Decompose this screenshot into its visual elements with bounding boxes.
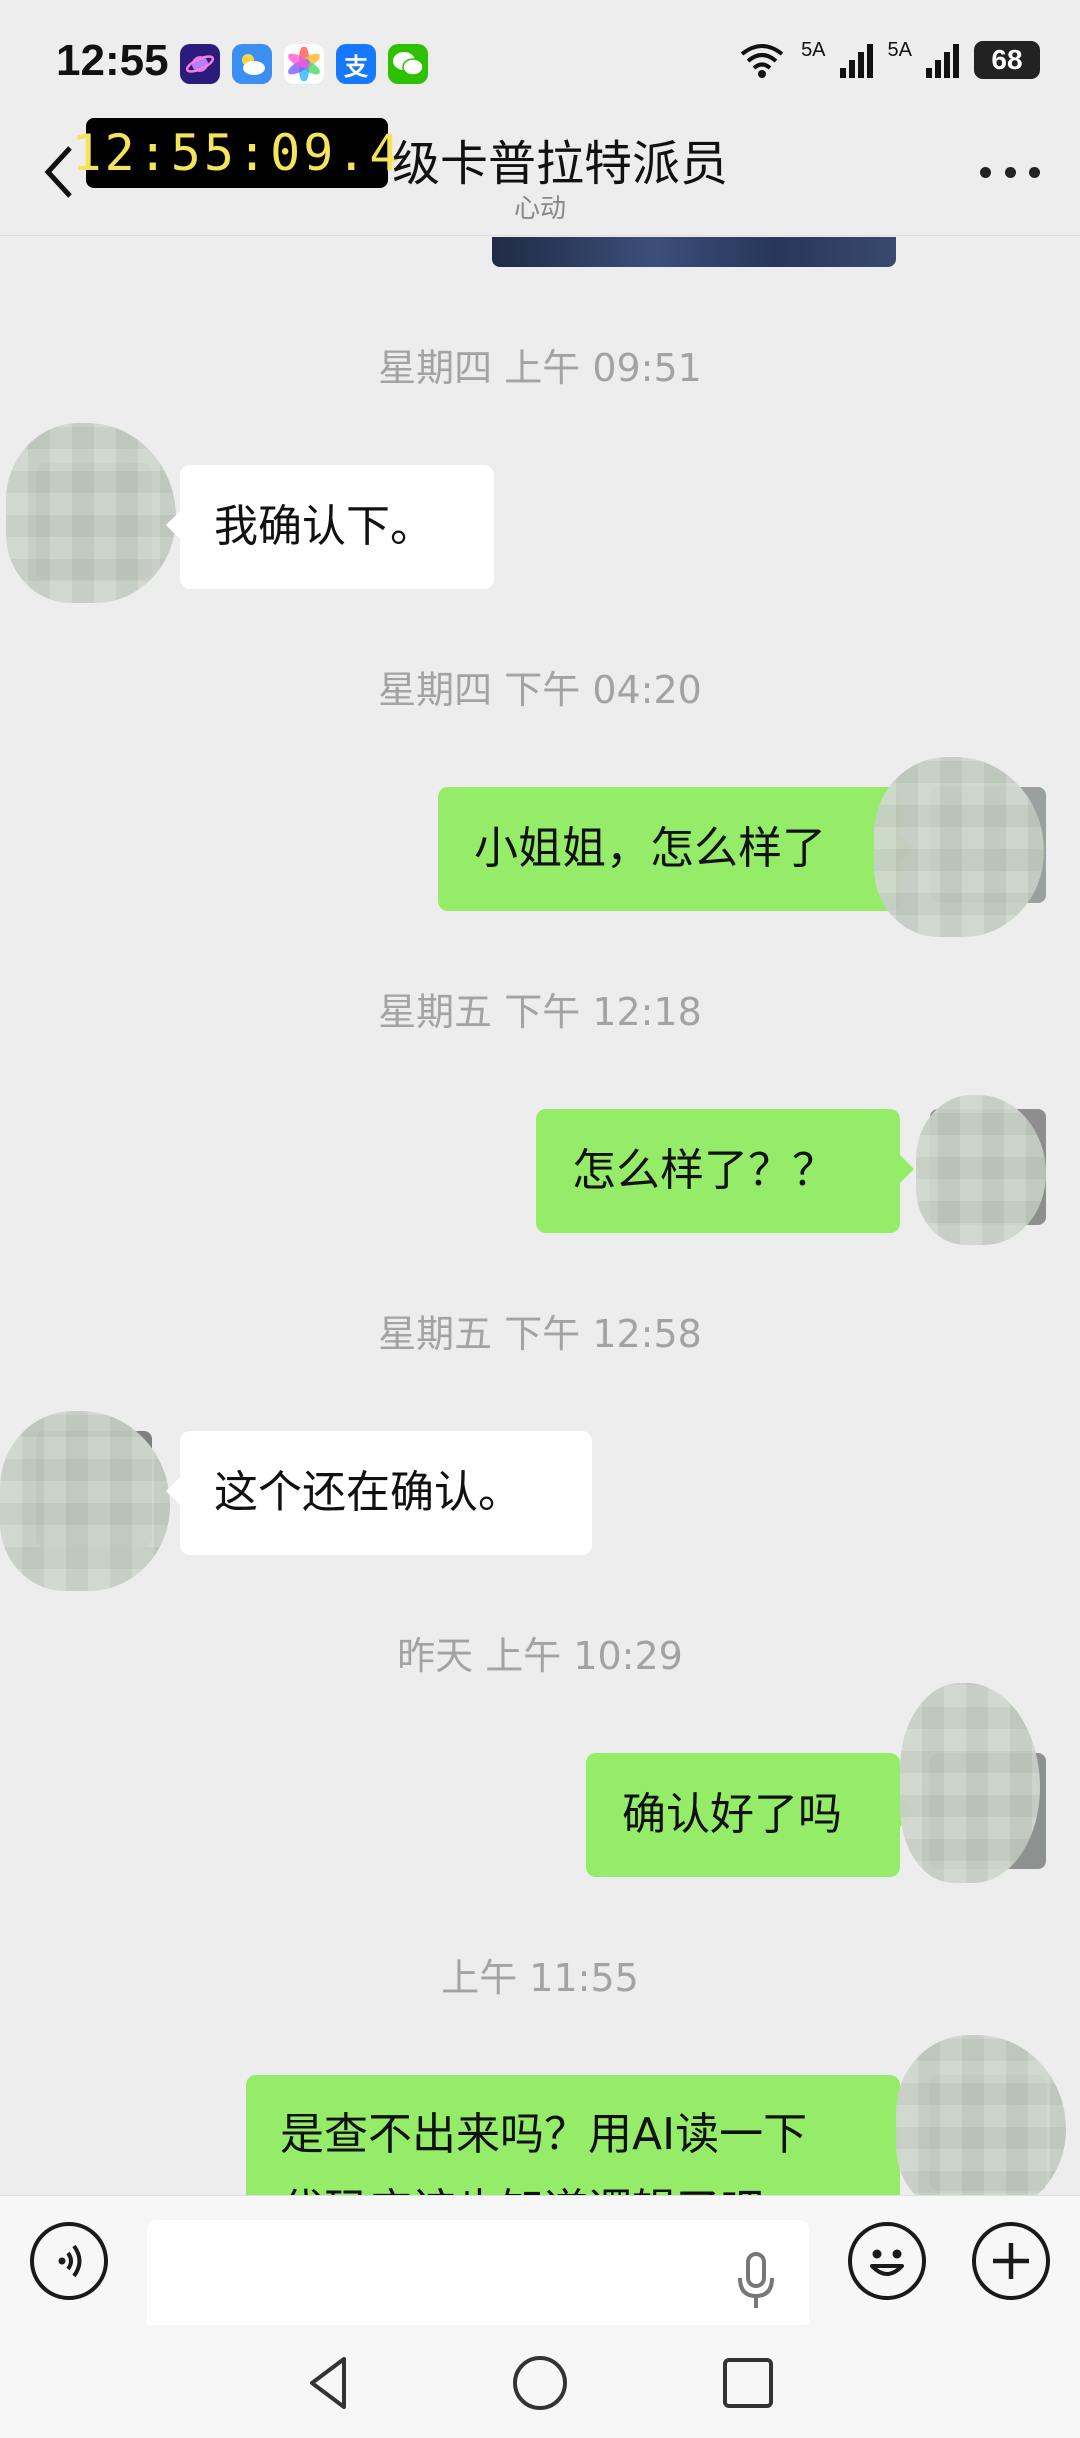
microphone-icon[interactable]	[736, 2252, 776, 2312]
avatar[interactable]	[900, 1683, 1046, 1883]
system-nav-bar	[0, 2325, 1080, 2438]
dot-icon	[980, 166, 991, 178]
avatar-mosaic	[6, 423, 176, 603]
message-bubble-incoming[interactable]: 我确认下。	[166, 465, 494, 589]
nav-home-icon[interactable]	[510, 2353, 570, 2413]
input-bar	[0, 2195, 1080, 2330]
message-bubble-outgoing[interactable]: 怎么样了？？	[536, 1109, 914, 1233]
status-indicators: 5A 5A 68	[737, 38, 1040, 80]
more-functions-button[interactable]	[972, 2222, 1050, 2300]
smiley-icon	[870, 2249, 904, 2276]
avatar-mosaic	[874, 757, 1044, 937]
timestamp: 昨天 上午 10:29	[397, 1634, 683, 1678]
timestamp: 星期四 下午 04:20	[378, 668, 702, 712]
plus-icon	[993, 2243, 1029, 2279]
emoji-button[interactable]	[848, 2222, 926, 2300]
dot-icon	[1029, 166, 1040, 178]
timestamp: 星期四 上午 09:51	[378, 346, 702, 390]
chat-subtitle: 心动	[513, 194, 566, 224]
avatar-mosaic	[896, 2035, 1066, 2195]
message-bubble-incoming[interactable]: 这个还在确认。	[166, 1431, 592, 1555]
avatar[interactable]	[0, 1411, 170, 1591]
avatar[interactable]	[916, 1095, 1046, 1245]
signal-bars-icon-2	[926, 44, 959, 78]
signal-label-2: 5A	[887, 38, 912, 61]
message-bubble-outgoing[interactable]: 确认好了吗	[586, 1753, 914, 1877]
more-options-button[interactable]	[980, 160, 1040, 184]
signal-bars-icon-1	[839, 44, 873, 78]
shared-image-thumbnail[interactable]	[492, 237, 896, 267]
notification-icons: 支	[180, 44, 428, 84]
wechat-app-icon	[388, 44, 428, 84]
avatar[interactable]	[874, 757, 1046, 937]
signal-label-1: 5A	[801, 38, 826, 61]
message-bubble-outgoing[interactable]: 小姐姐，怎么样了	[438, 787, 914, 911]
timestamp: 星期五 下午 12:58	[378, 1312, 702, 1356]
nav-recents-icon[interactable]	[718, 2353, 778, 2413]
nav-back-icon[interactable]	[300, 2353, 360, 2413]
message-list[interactable]: 星期四 上午 09:51 我确认下。 星期四 下午 04:20 小姐姐，怎么样了…	[0, 237, 1080, 2195]
message-bubble-outgoing[interactable]: 是查不出来吗？用AI读一下 代码应该也知道逻辑了吧	[246, 2075, 900, 2195]
weather-app-icon	[232, 44, 272, 84]
message-line: 代码应该也知道逻辑了吧	[280, 2173, 900, 2195]
message-line: 是查不出来吗？用AI读一下	[280, 2109, 808, 2160]
chat-header: 12:55:09.4 级卡普拉特派员 心动	[0, 100, 1080, 236]
dot-icon	[1004, 166, 1016, 178]
battery-indicator: 68	[974, 41, 1040, 79]
avatar-mosaic	[900, 1683, 1040, 1883]
photos-app-icon	[284, 44, 324, 84]
timestamp: 上午 11:55	[441, 1956, 639, 2000]
chat-title: 级卡普拉特派员	[392, 136, 729, 192]
status-time: 12:55	[56, 36, 169, 85]
alipay-app-icon: 支	[336, 44, 376, 84]
wifi-icon	[740, 44, 784, 78]
voice-wave-icon	[58, 2244, 82, 2278]
avatar[interactable]	[6, 423, 176, 603]
timestamp: 星期五 下午 12:18	[378, 990, 702, 1034]
clock-overlay: 12:55:09.4	[71, 118, 400, 188]
message-input[interactable]	[147, 2220, 809, 2330]
planet-app-icon	[180, 44, 220, 84]
avatar[interactable]	[896, 2035, 1066, 2195]
voice-input-button[interactable]	[30, 2222, 108, 2300]
